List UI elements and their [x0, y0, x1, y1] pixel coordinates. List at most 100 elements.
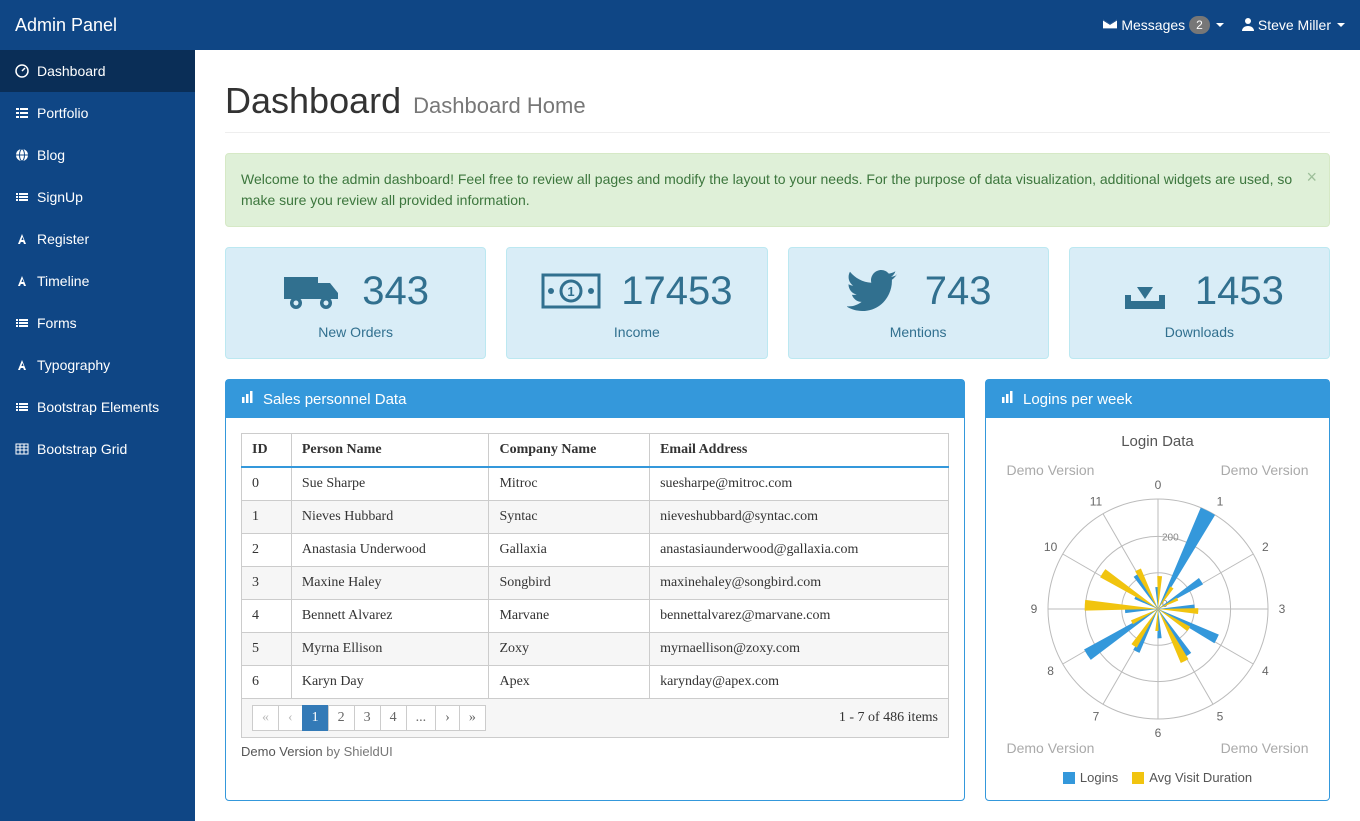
column-header[interactable]: ID	[242, 434, 292, 468]
legend-swatch	[1063, 772, 1075, 784]
alert-text: Welcome to the admin dashboard! Feel fre…	[241, 171, 1292, 208]
legend-label: Logins	[1080, 770, 1118, 785]
table-row[interactable]: 5Myrna EllisonZoxymyrnaellison@zoxy.com	[242, 633, 949, 666]
stat-card-new-orders[interactable]: 343New Orders	[225, 247, 486, 359]
legend-item[interactable]: Logins	[1063, 770, 1118, 785]
pager-button[interactable]: ›	[435, 705, 460, 731]
logins-panel-title: Logins per week	[1023, 391, 1132, 408]
sales-panel: Sales personnel Data IDPerson NameCompan…	[225, 379, 965, 801]
table-cell: 4	[242, 600, 292, 633]
topbar: Admin Panel Messages 2 Steve Miller	[0, 0, 1360, 50]
sidebar-item-dashboard[interactable]: Dashboard	[0, 50, 195, 92]
svg-text:6: 6	[1154, 726, 1161, 740]
svg-text:1: 1	[568, 284, 575, 299]
sidebar-item-bootstrap-grid[interactable]: Bootstrap Grid	[0, 428, 195, 470]
list-alt-icon	[15, 190, 29, 204]
table-row[interactable]: 6Karyn DayApexkarynday@apex.com	[242, 666, 949, 699]
stat-card-mentions[interactable]: 743Mentions	[788, 247, 1049, 359]
logins-panel-heading: Logins per week	[986, 380, 1329, 418]
svg-text:7: 7	[1092, 709, 1099, 723]
watermark: Demo Version	[1221, 740, 1309, 756]
stat-label: New Orders	[318, 324, 393, 340]
table-cell: Syntac	[489, 501, 650, 534]
alert-close-button[interactable]: ×	[1306, 164, 1317, 191]
pager-button[interactable]: ‹	[278, 705, 303, 731]
pager-button[interactable]: «	[252, 705, 279, 731]
sidebar-item-forms[interactable]: Forms	[0, 302, 195, 344]
table-cell: 2	[242, 534, 292, 567]
table-row[interactable]: 2Anastasia UnderwoodGallaxiaanastasiaund…	[242, 534, 949, 567]
table-cell: Mitroc	[489, 467, 650, 501]
page-header: Dashboard Dashboard Home	[225, 80, 1330, 133]
pager-button[interactable]: »	[459, 705, 486, 731]
watermark: Demo Version	[1007, 740, 1095, 756]
pager-button[interactable]: 4	[380, 705, 407, 731]
font-icon	[15, 232, 29, 246]
legend-swatch	[1132, 772, 1144, 784]
table-cell: 3	[242, 567, 292, 600]
pager-button[interactable]: 3	[354, 705, 381, 731]
sidebar-item-register[interactable]: Register	[0, 218, 195, 260]
table-cell: Marvane	[489, 600, 650, 633]
brand[interactable]: Admin Panel	[15, 15, 117, 36]
table-row[interactable]: 3Maxine HaleySongbirdmaxinehaley@songbir…	[242, 567, 949, 600]
sidebar-item-label: Forms	[37, 315, 77, 331]
messages-dropdown[interactable]: Messages 2	[1103, 16, 1224, 34]
table-row[interactable]: 0Sue SharpeMitrocsuesharpe@mitroc.com	[242, 467, 949, 501]
table-cell: anastasiaunderwood@gallaxia.com	[650, 534, 949, 567]
legend-item[interactable]: Avg Visit Duration	[1132, 770, 1252, 785]
sidebar-item-timeline[interactable]: Timeline	[0, 260, 195, 302]
sidebar-item-portfolio[interactable]: Portfolio	[0, 92, 195, 134]
chart-title: Login Data	[1121, 433, 1194, 450]
pager-button[interactable]: 1	[302, 705, 329, 731]
svg-text:0: 0	[1154, 478, 1161, 492]
sidebar-item-typography[interactable]: Typography	[0, 344, 195, 386]
legend-label: Avg Visit Duration	[1149, 770, 1252, 785]
column-header[interactable]: Email Address	[650, 434, 949, 468]
table-cell: Maxine Haley	[291, 567, 489, 600]
stat-label: Mentions	[890, 324, 947, 340]
table-row[interactable]: 4Bennett AlvarezMarvanebennettalvarez@ma…	[242, 600, 949, 633]
table-row[interactable]: 1Nieves HubbardSyntacnieveshubbard@synta…	[242, 501, 949, 534]
svg-text:11: 11	[1089, 495, 1102, 509]
stat-value: 1453	[1195, 269, 1284, 314]
svg-text:2: 2	[1262, 540, 1269, 554]
pager-bar: «‹1234...›» 1 - 7 of 486 items	[241, 699, 949, 738]
demo-note: Demo Version by ShieldUI	[241, 744, 949, 759]
money-icon: 1	[541, 266, 601, 316]
sales-panel-heading: Sales personnel Data	[226, 380, 964, 418]
user-name: Steve Miller	[1258, 17, 1331, 33]
chart-legend: Logins Avg Visit Duration	[1063, 770, 1252, 785]
user-icon	[1242, 17, 1254, 34]
sidebar-item-signup[interactable]: SignUp	[0, 176, 195, 218]
pager-info: 1 - 7 of 486 items	[839, 710, 938, 726]
sidebar-item-bootstrap-elements[interactable]: Bootstrap Elements	[0, 386, 195, 428]
sidebar-item-label: Typography	[37, 357, 110, 373]
column-header[interactable]: Person Name	[291, 434, 489, 468]
pager-button[interactable]: ...	[406, 705, 437, 731]
sidebar-item-label: SignUp	[37, 189, 83, 205]
table-cell: Myrna Ellison	[291, 633, 489, 666]
font-icon	[15, 274, 29, 288]
svg-text:200: 200	[1162, 532, 1179, 543]
table-cell: Zoxy	[489, 633, 650, 666]
sidebar-item-label: Timeline	[37, 273, 89, 289]
sidebar-item-label: Register	[37, 231, 89, 247]
user-dropdown[interactable]: Steve Miller	[1242, 17, 1345, 34]
table-cell: Songbird	[489, 567, 650, 600]
twitter-icon	[845, 266, 905, 316]
stat-card-downloads[interactable]: 1453 Downloads	[1069, 247, 1330, 359]
sidebar-item-blog[interactable]: Blog	[0, 134, 195, 176]
envelope-icon	[1103, 17, 1117, 34]
logins-panel: Logins per week Login Data 0123456789101…	[985, 379, 1330, 801]
table-cell: karynday@apex.com	[650, 666, 949, 699]
stat-label: Income	[614, 324, 660, 340]
pager-button[interactable]: 2	[328, 705, 355, 731]
table-cell: Gallaxia	[489, 534, 650, 567]
column-header[interactable]: Company Name	[489, 434, 650, 468]
sales-table: IDPerson NameCompany NameEmail Address 0…	[241, 433, 949, 699]
table-cell: Karyn Day	[291, 666, 489, 699]
stat-label: Downloads	[1165, 324, 1234, 340]
stat-card-income[interactable]: 117453Income	[506, 247, 767, 359]
svg-text:8: 8	[1047, 664, 1054, 678]
